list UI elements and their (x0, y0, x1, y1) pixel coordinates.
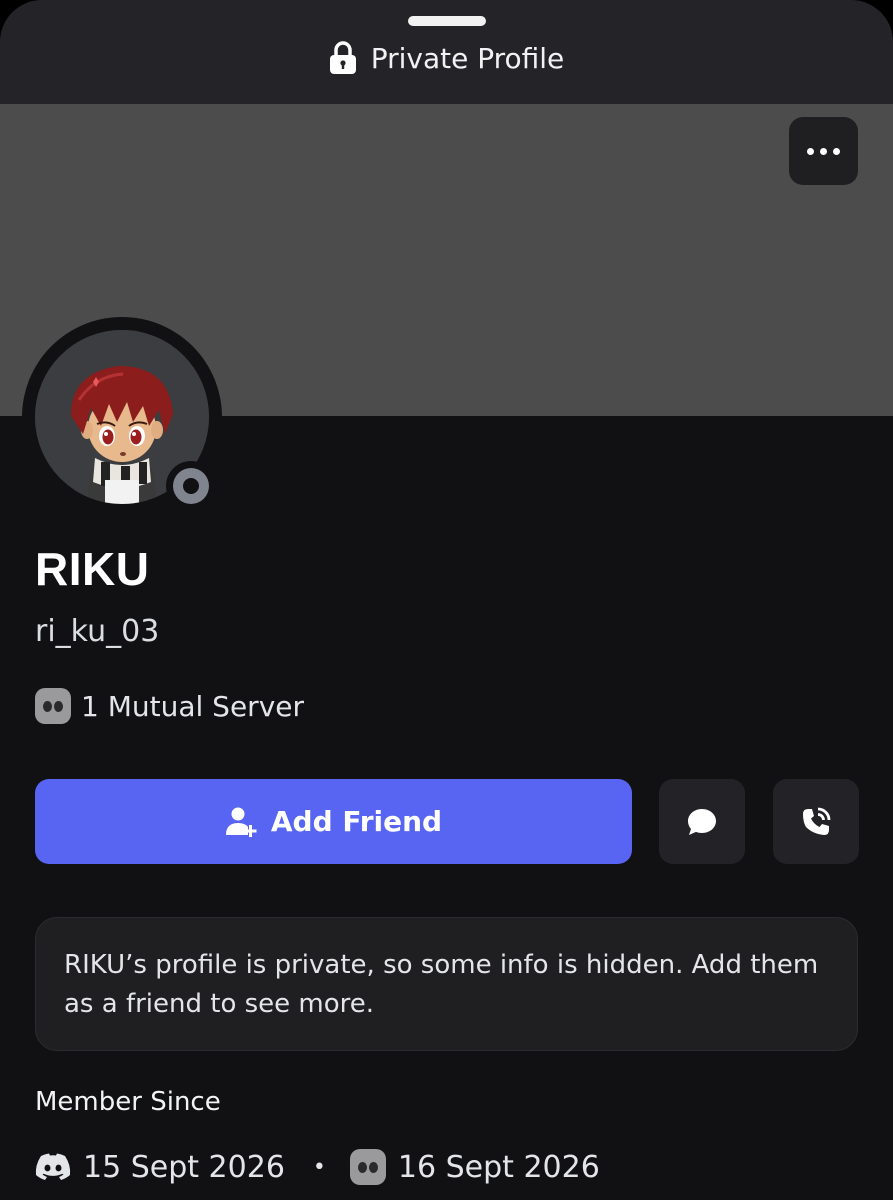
drag-handle[interactable] (408, 16, 486, 26)
profile-sheet: Private Profile RIKU ri_ku_03 1 Mutual S… (0, 0, 893, 1200)
status-indicator (166, 461, 216, 511)
offline-status-icon (173, 468, 209, 504)
separator-dot: • (312, 1154, 326, 1180)
private-profile-notice: RIKU’s profile is private, so some info … (35, 917, 858, 1051)
header-title: Private Profile (370, 41, 565, 75)
add-friend-label: Add Friend (270, 805, 443, 838)
add-friend-icon (225, 807, 257, 837)
member-since-dates: 15 Sept 2026 • 16 Sept 2026 (35, 1145, 600, 1189)
display-name: RIKU (35, 543, 150, 595)
message-bubble-icon (688, 808, 716, 835)
message-button[interactable] (659, 779, 745, 864)
server-join-date: 16 Sept 2026 (397, 1149, 600, 1185)
member-since-title: Member Since (35, 1087, 221, 1117)
add-friend-button[interactable]: Add Friend (35, 779, 632, 864)
header-title-row: Private Profile (0, 38, 893, 78)
phone-call-icon (803, 807, 831, 835)
server-icon (349, 1149, 386, 1185)
top-bar: Private Profile (0, 0, 893, 104)
discord-join-date: 15 Sept 2026 (83, 1149, 285, 1185)
lock-icon (329, 41, 356, 74)
notice-text: RIKU’s profile is private, so some info … (64, 950, 819, 1019)
more-options-button[interactable] (789, 117, 858, 185)
mutual-servers-link[interactable]: 1 Mutual Server (35, 686, 304, 726)
server-icon (35, 688, 71, 724)
call-button[interactable] (773, 779, 859, 864)
username[interactable]: ri_ku_03 (35, 614, 159, 649)
discord-icon (35, 1153, 71, 1180)
more-horizontal-icon (807, 147, 814, 155)
mutual-servers-label: 1 Mutual Server (81, 689, 305, 723)
